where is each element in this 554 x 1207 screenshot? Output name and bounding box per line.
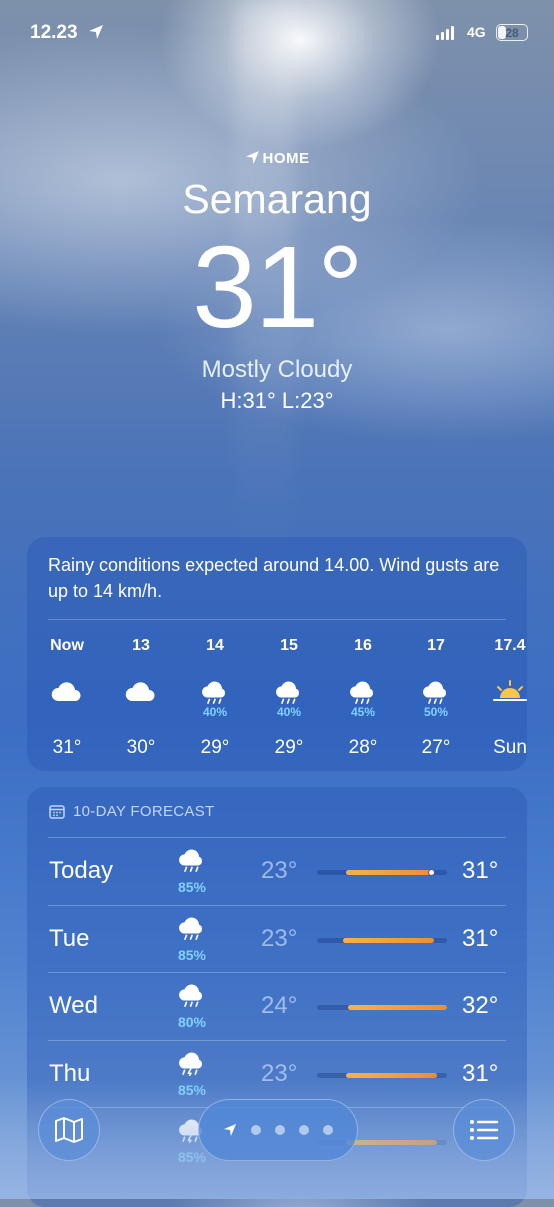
- cloud-bolt-rain-icon: [175, 1048, 209, 1076]
- weather-summary: Rainy conditions expected around 14.00. …: [48, 555, 500, 601]
- low-temperature: 24°: [261, 992, 298, 1019]
- forecast-day: Today: [49, 857, 114, 884]
- location-list-button[interactable]: [453, 1099, 515, 1161]
- divider: [48, 837, 506, 838]
- precipitation-chance: 85%: [177, 879, 207, 895]
- location-arrow-icon: [89, 25, 103, 39]
- cloud-rain-icon: [175, 913, 209, 941]
- temperature-range-fill: [343, 937, 434, 943]
- precipitation-chance: 45%: [350, 705, 376, 719]
- current-temperature: 31°: [192, 222, 363, 352]
- forecast-title: 10-DAY FORECAST: [73, 803, 215, 820]
- hour-label: 17.4: [494, 637, 526, 654]
- status-time: 12.23: [30, 22, 78, 43]
- sunset-icon: [492, 677, 528, 703]
- hour-temperature: 29°: [274, 737, 304, 758]
- cloud-icon: [49, 677, 85, 703]
- divider: [48, 972, 506, 973]
- divider: [48, 904, 506, 906]
- hour-label: 17: [427, 637, 445, 654]
- current-temp-marker: [428, 869, 436, 876]
- hourly-forecast-card[interactable]: Rainy conditions expected around 14.00. …: [27, 537, 527, 771]
- cloud-rain-icon: [175, 845, 209, 873]
- page-dot[interactable]: [251, 1125, 261, 1135]
- cloud-rain-icon: [271, 677, 307, 704]
- battery-level: 28: [505, 25, 519, 40]
- temperature-range-bar: [317, 869, 447, 876]
- forecast-row[interactable]: Wed 80% 24° 32°: [27, 972, 527, 1039]
- high-temperature: 31°: [462, 924, 499, 952]
- divider: [48, 1039, 506, 1041]
- page-dot[interactable]: [299, 1125, 309, 1135]
- forecast-header: 10-DAY FORECAST: [49, 803, 214, 820]
- cloud-rain-icon: [418, 677, 454, 704]
- hour-temperature: 27°: [421, 737, 451, 758]
- current-location-icon: [223, 1123, 237, 1137]
- cellular-signal-icon: [436, 26, 454, 40]
- forecast-day: Wed: [49, 992, 98, 1019]
- home-location-label: HOME: [0, 150, 554, 167]
- hour-temperature: Sun: [493, 737, 527, 758]
- temperature-range-fill: [348, 1005, 447, 1010]
- high-low-temperature: H:31° L:23°: [220, 388, 334, 413]
- forecast-row[interactable]: Tue 85% 23° 31°: [27, 904, 527, 972]
- temperature-range-bar: [317, 1005, 447, 1010]
- page-dot[interactable]: [275, 1125, 285, 1135]
- hour-label: 15: [280, 637, 298, 654]
- temperature-range-bar: [317, 937, 447, 943]
- forecast-day: Tue: [49, 924, 90, 952]
- hour-label: 14: [206, 637, 224, 654]
- weather-condition: Mostly Cloudy: [201, 356, 353, 383]
- hour-label: 16: [354, 637, 372, 654]
- home-text: HOME: [262, 150, 310, 167]
- temperature-range-bar: [317, 1072, 447, 1078]
- location-arrow-icon: [245, 150, 259, 165]
- precipitation-chance: 40%: [202, 705, 228, 719]
- list-icon: [470, 1120, 499, 1140]
- hour-label: 13: [132, 637, 150, 654]
- cloud-rain-icon: [175, 980, 209, 1008]
- page-dot[interactable]: [323, 1125, 333, 1135]
- cloud-icon: [123, 677, 159, 703]
- temperature-range-fill: [345, 870, 432, 875]
- low-temperature: 23°: [261, 924, 298, 952]
- precipitation-chance: 85%: [177, 946, 207, 963]
- precipitation-chance: 40%: [276, 705, 302, 719]
- hour-temperature: 30°: [126, 737, 156, 758]
- high-temperature: 31°: [462, 857, 499, 884]
- low-temperature: 23°: [261, 857, 298, 884]
- map-icon: [55, 1117, 83, 1143]
- precipitation-chance: 50%: [423, 705, 449, 719]
- forecast-row[interactable]: Today 85% 23° 31°: [27, 837, 527, 904]
- hour-temperature: 28°: [348, 737, 378, 758]
- hour-label: Now: [50, 637, 84, 654]
- battery-icon: 28: [496, 24, 528, 41]
- hour-temperature: 31°: [52, 737, 82, 758]
- cloud-rain-icon: [197, 677, 233, 704]
- network-type: 4G: [467, 24, 486, 40]
- calendar-icon: [49, 805, 65, 819]
- temperature-range-fill: [345, 1072, 437, 1078]
- location-page-indicator[interactable]: [198, 1099, 358, 1161]
- divider: [48, 619, 506, 620]
- precipitation-chance: 80%: [177, 1014, 207, 1030]
- map-button[interactable]: [38, 1099, 100, 1161]
- hour-temperature: 29°: [200, 737, 230, 758]
- status-bar: 12.23 4G 28: [0, 20, 554, 50]
- high-temperature: 32°: [462, 992, 499, 1019]
- cloud-rain-icon: [345, 677, 381, 704]
- city-name: Semarang: [182, 176, 372, 222]
